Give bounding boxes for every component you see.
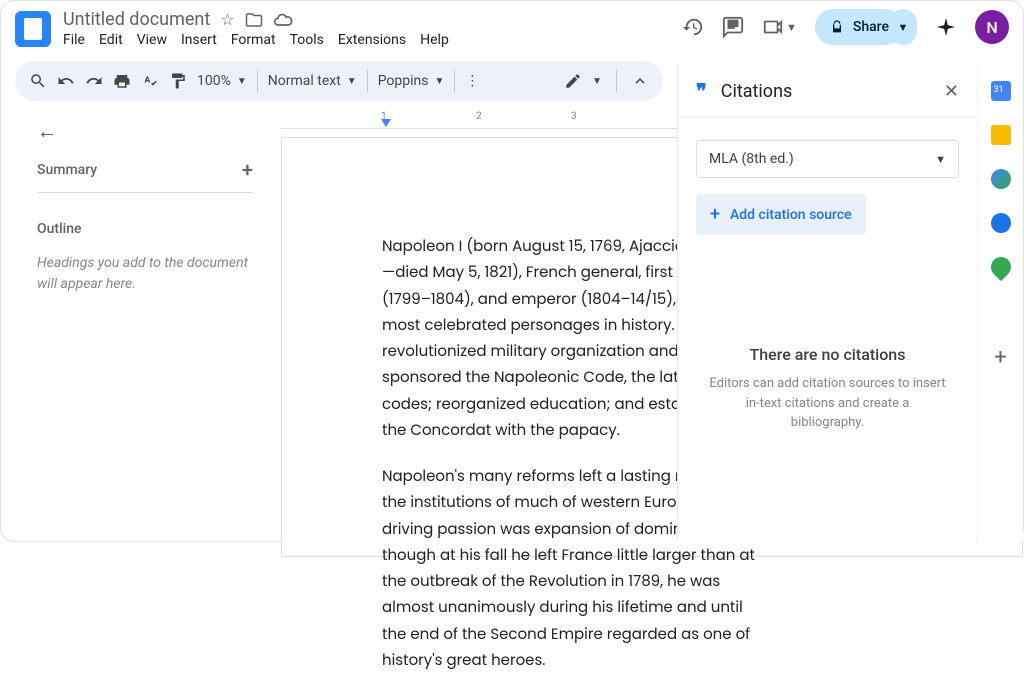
outline-label: Outline [37,221,253,237]
more-tools-icon[interactable]: ⋮ [465,73,479,89]
star-icon[interactable]: ☆ [220,10,234,30]
maps-icon[interactable] [986,253,1014,281]
add-citation-button[interactable]: + Add citation source [696,194,866,235]
outline-pane: ← Summary + Outline Headings you add to … [1,101,271,541]
zoom-select[interactable]: 100% ▼ [197,73,247,89]
contacts-icon[interactable] [991,213,1011,233]
docs-logo[interactable] [15,11,51,47]
meet-icon[interactable]: ▼ [762,16,797,38]
summary-label: Summary [37,162,97,178]
chevron-down-icon: ▼ [898,21,909,34]
citation-format-select[interactable]: MLA (8th ed.) ▼ [696,140,959,178]
chevron-down-icon: ▼ [935,153,946,166]
menu-insert[interactable]: Insert [181,32,217,48]
citation-format-value: MLA (8th ed.) [709,151,794,167]
comment-icon[interactable] [722,16,744,38]
document-title[interactable]: Untitled document [63,9,210,30]
ruler-tick: 3 [571,111,577,122]
chevron-down-icon: ▼ [347,76,357,87]
ruler-tick: 2 [476,111,482,122]
menu-bar: File Edit View Insert Format Tools Exten… [63,32,449,48]
font-select[interactable]: Poppins ▼ [378,73,445,89]
add-citation-label: Add citation source [730,207,852,223]
cloud-status-icon[interactable] [273,10,293,30]
plus-icon: + [710,204,720,225]
close-icon[interactable]: ✕ [944,81,959,102]
paint-format-icon[interactable] [169,72,187,90]
toolbar: 100% ▼ Normal text ▼ Poppins ▼ ⋮ ▼ [15,61,663,101]
collapse-toolbar-icon[interactable] [631,72,649,90]
outline-hint: Headings you add to the document will ap… [37,253,253,295]
paragraph-style-select[interactable]: Normal text ▼ [268,73,357,89]
print-icon[interactable] [113,72,131,90]
menu-format[interactable]: Format [231,32,276,48]
back-arrow-icon[interactable]: ← [37,119,253,144]
chevron-down-icon: ▼ [786,21,797,34]
menu-help[interactable]: Help [420,32,449,48]
undo-icon[interactable] [57,72,75,90]
chevron-down-icon: ▼ [592,76,602,87]
share-label: Share [853,19,889,35]
calendar-icon[interactable] [991,81,1011,101]
add-summary-button[interactable]: + [242,158,253,182]
citations-panel: ❞ Citations ✕ MLA (8th ed.) ▼ + Add cita… [677,65,977,541]
addons-plus-icon[interactable]: + [994,345,1006,370]
indent-marker[interactable] [381,119,391,127]
menu-tools[interactable]: Tools [290,32,324,48]
chevron-down-icon: ▼ [237,76,247,87]
citations-title: Citations [721,81,793,102]
menu-file[interactable]: File [63,32,85,48]
citations-empty-desc: Editors can add citation sources to inse… [708,374,947,433]
side-panel-rail: + [977,65,1023,541]
share-dropdown[interactable]: ▼ [889,9,917,45]
search-icon[interactable] [29,72,47,90]
edit-mode-icon[interactable]: ▼ [564,72,602,90]
menu-edit[interactable]: Edit [99,32,123,48]
move-icon[interactable] [245,10,263,30]
account-avatar[interactable]: N [975,10,1009,44]
chevron-down-icon: ▼ [435,76,445,87]
tasks-icon[interactable] [991,169,1011,189]
citations-empty-title: There are no citations [708,345,947,364]
gemini-icon[interactable] [935,16,957,38]
citations-icon: ❞ [696,79,707,103]
spellcheck-icon[interactable] [141,72,159,90]
history-icon[interactable] [682,16,704,38]
menu-extensions[interactable]: Extensions [338,32,406,48]
menu-view[interactable]: View [137,32,167,48]
keep-icon[interactable] [991,125,1011,145]
redo-icon[interactable] [85,72,103,90]
